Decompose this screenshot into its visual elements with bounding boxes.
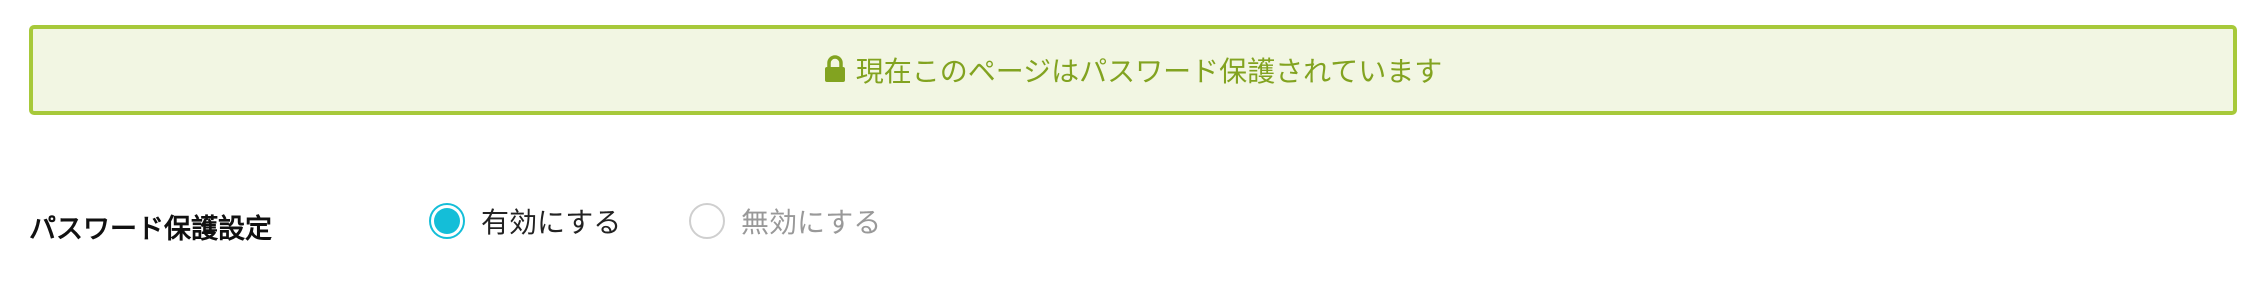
radio-disable[interactable]: 無効にする (689, 201, 881, 241)
radio-enable-circle[interactable] (429, 203, 465, 239)
lock-icon (824, 55, 846, 83)
setting-label: パスワード保護設定 (29, 214, 272, 245)
notice-text: 現在このページはパスワード保護されています (855, 55, 1443, 88)
password-protection-notice: 現在このページはパスワード保護されています (29, 25, 2237, 115)
radio-enable[interactable]: 有効にする (429, 201, 621, 241)
password-protection-setting: パスワード保護設定 有効にする 無効にする (29, 195, 2229, 251)
radio-enable-label: 有効にする (481, 206, 622, 239)
page: 現在このページはパスワード保護されています パスワード保護設定 有効にする 無効… (0, 0, 2256, 288)
radio-disable-label: 無効にする (741, 206, 882, 239)
radio-disable-circle[interactable] (689, 203, 725, 239)
